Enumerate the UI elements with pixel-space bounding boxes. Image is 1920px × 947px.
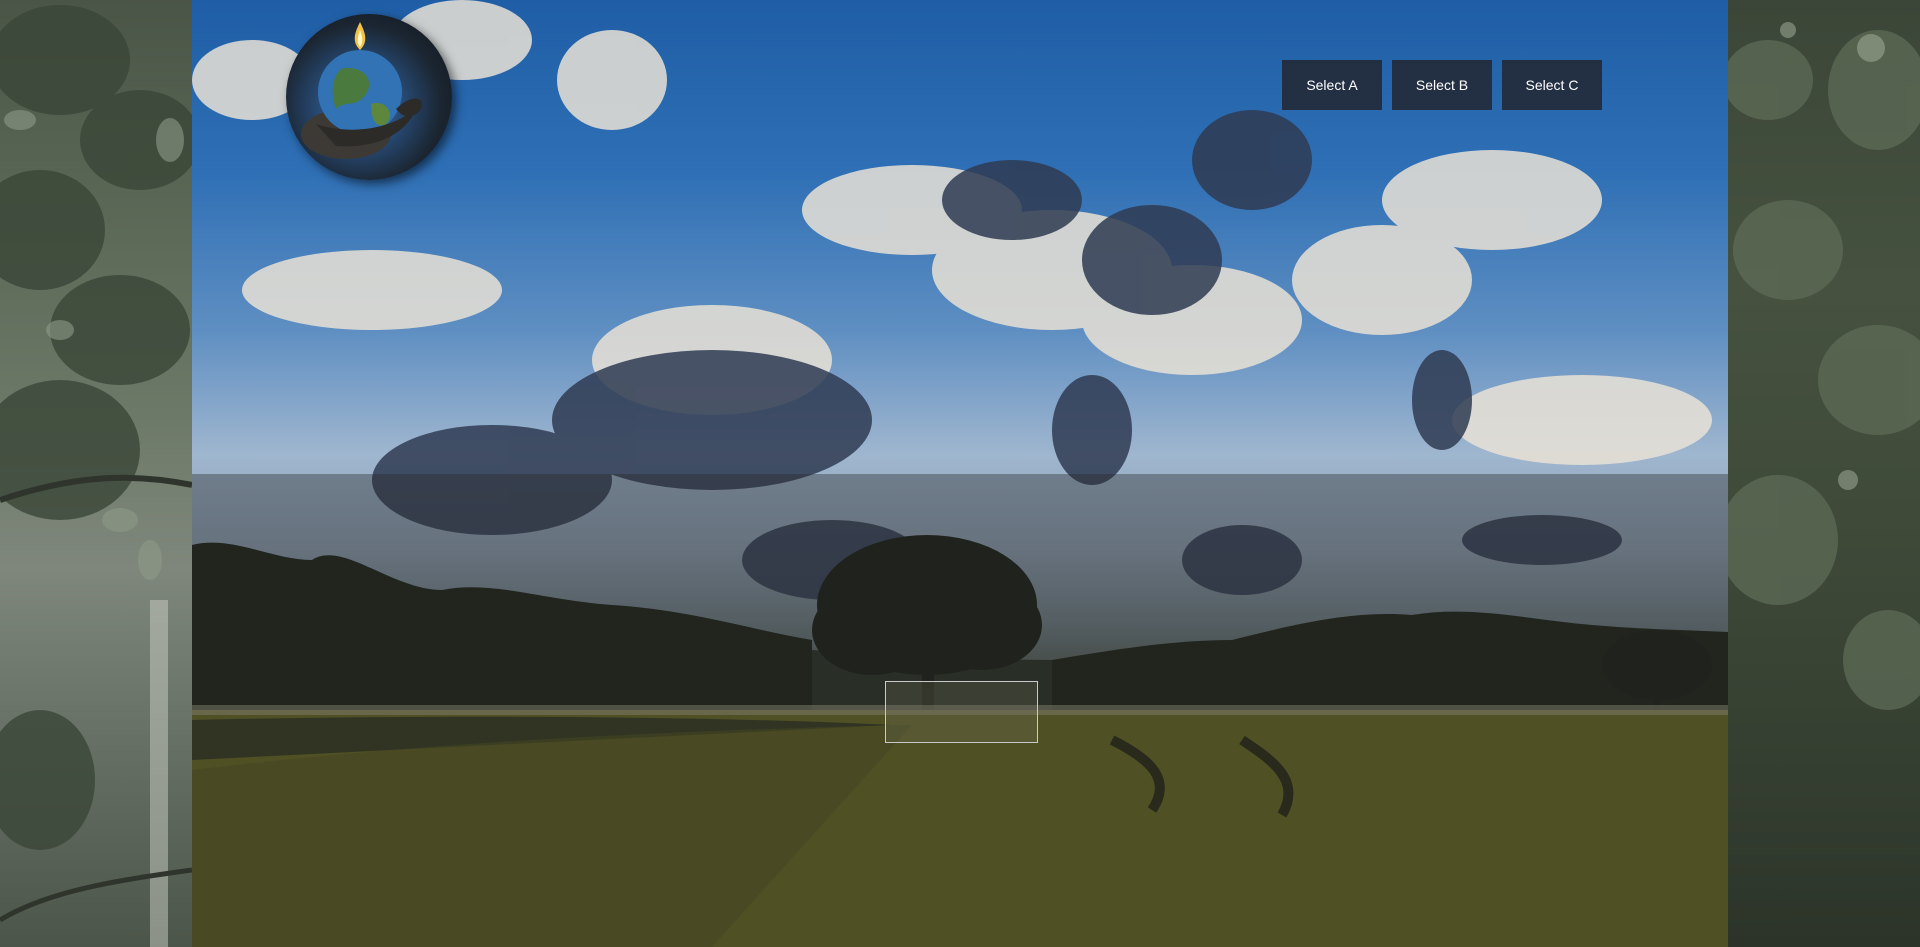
right-foliage-art <box>1728 22 1920 710</box>
hero-banner: Select A Select B Select C <box>192 0 1728 947</box>
logo-art <box>301 22 422 159</box>
select-c-button[interactable]: Select C <box>1502 60 1602 110</box>
select-b-button[interactable]: Select B <box>1392 60 1492 110</box>
selection-box[interactable] <box>885 681 1038 743</box>
globe-in-hands-icon[interactable] <box>286 14 452 180</box>
right-foliage-panel <box>1728 0 1920 947</box>
select-button-group: Select A Select B Select C <box>1282 60 1602 110</box>
select-a-button[interactable]: Select A <box>1282 60 1382 110</box>
left-foliage-art <box>0 5 192 947</box>
page: Select A Select B Select C <box>0 0 1920 947</box>
left-foliage-panel <box>0 0 192 947</box>
